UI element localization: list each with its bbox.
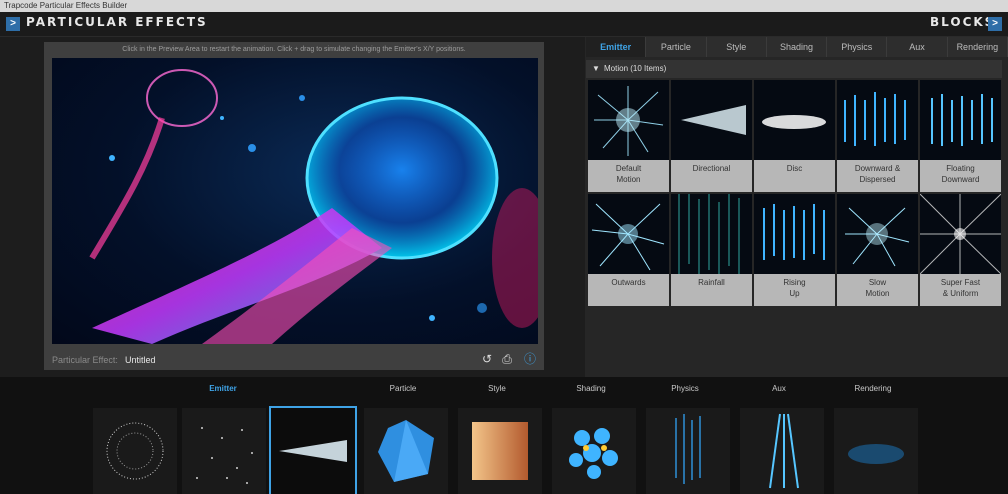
tab-aux[interactable]: Aux bbox=[887, 37, 948, 57]
tab-style[interactable]: Style bbox=[707, 37, 767, 57]
preset-thumbnail bbox=[588, 194, 669, 274]
preset-disc[interactable]: Disc bbox=[754, 80, 835, 192]
preset-label: Default Motion bbox=[615, 164, 642, 184]
shading-block-cluster[interactable] bbox=[552, 408, 636, 494]
particular-effects-title: PARTICULAR EFFECTS bbox=[26, 15, 208, 29]
physics-block-rain[interactable] bbox=[646, 408, 730, 494]
block-label-particle[interactable]: Particle bbox=[360, 384, 446, 393]
block-label-emitter[interactable]: Emitter bbox=[180, 384, 266, 393]
preset-outwards[interactable]: Outwards bbox=[588, 194, 669, 306]
preset-label: Floating Downward bbox=[941, 164, 980, 184]
emitter-block-directional[interactable] bbox=[269, 406, 357, 494]
tab-emitter[interactable]: Emitter bbox=[586, 37, 647, 57]
preset-floating-downward[interactable]: Floating Downward bbox=[920, 80, 1001, 192]
preset-thumbnail bbox=[754, 80, 835, 160]
preset-thumbnail bbox=[837, 80, 918, 160]
preset-label: Rising Up bbox=[783, 278, 806, 298]
preset-default-motion[interactable]: Default Motion bbox=[588, 80, 669, 192]
rendering-block-glow[interactable] bbox=[834, 408, 918, 494]
window-titlebar: Trapcode Particular Effects Builder bbox=[0, 0, 1008, 12]
preset-label: Disc bbox=[786, 164, 803, 173]
particle-block-polyhedron[interactable] bbox=[364, 408, 448, 494]
block-category-labels: Emitter Particle Style Shading Physics A… bbox=[88, 384, 1008, 398]
preset-label: Super Fast & Uniform bbox=[940, 278, 981, 298]
preset-label: Downward & Dispersed bbox=[854, 164, 901, 184]
help-icon[interactable]: ⓘ bbox=[523, 352, 537, 366]
save-icon[interactable]: ⎙ bbox=[500, 352, 514, 366]
style-block-gradient[interactable] bbox=[458, 408, 542, 494]
preset-rainfall[interactable]: Rainfall bbox=[671, 194, 752, 306]
preview-area[interactable] bbox=[52, 58, 538, 344]
aux-block-streaks[interactable] bbox=[740, 408, 824, 494]
preset-thumbnail bbox=[920, 80, 1001, 160]
expand-effects-button[interactable]: > bbox=[6, 17, 20, 31]
preset-grid: Default Motion Directional Disc Downward… bbox=[588, 80, 1002, 306]
window-title: Trapcode Particular Effects Builder bbox=[4, 1, 128, 10]
emitter-block-sphere[interactable] bbox=[93, 408, 177, 494]
block-label-shading[interactable]: Shading bbox=[548, 384, 634, 393]
block-label-rendering[interactable]: Rendering bbox=[830, 384, 916, 393]
tab-shading[interactable]: Shading bbox=[767, 37, 828, 57]
blocks-title: BLOCKS bbox=[930, 15, 996, 29]
preset-thumbnail bbox=[671, 80, 752, 160]
tab-rendering[interactable]: Rendering bbox=[948, 37, 1008, 57]
tab-physics[interactable]: Physics bbox=[827, 37, 888, 57]
preset-label: Directional bbox=[692, 164, 731, 173]
motion-section-title: Motion (10 Items) bbox=[604, 64, 667, 73]
undo-icon[interactable]: ↺ bbox=[480, 352, 494, 366]
jellyfish-image bbox=[89, 69, 538, 344]
block-label-style[interactable]: Style bbox=[454, 384, 540, 393]
preset-thumbnail bbox=[588, 80, 669, 160]
collapse-caret-icon[interactable]: ▼ bbox=[592, 64, 600, 73]
preset-thumbnail bbox=[754, 194, 835, 274]
emitter-block-scatter[interactable] bbox=[182, 408, 266, 494]
preset-thumbnail bbox=[671, 194, 752, 274]
block-label-aux[interactable]: Aux bbox=[736, 384, 822, 393]
particular-effect-name: Untitled bbox=[125, 355, 156, 365]
preset-label: Slow Motion bbox=[865, 278, 890, 298]
preview-hint: Click in the Preview Area to restart the… bbox=[122, 46, 466, 53]
preset-thumbnail bbox=[920, 194, 1001, 274]
preset-thumbnail bbox=[837, 194, 918, 274]
preset-super-fast-uniform[interactable]: Super Fast & Uniform bbox=[920, 194, 1001, 306]
preset-rising-up[interactable]: Rising Up bbox=[754, 194, 835, 306]
preset-label: Outwards bbox=[611, 278, 646, 287]
preset-directional[interactable]: Directional bbox=[671, 80, 752, 192]
block-label-physics[interactable]: Physics bbox=[642, 384, 728, 393]
particular-effect-label: Particular Effect: bbox=[52, 355, 118, 365]
category-tabs: Emitter Particle Style Shading Physics A… bbox=[586, 37, 1008, 57]
tab-particle[interactable]: Particle bbox=[646, 37, 707, 57]
preset-downward-dispersed[interactable]: Downward & Dispersed bbox=[837, 80, 918, 192]
expand-blocks-button[interactable]: > bbox=[988, 17, 1002, 31]
preset-label: Rainfall bbox=[698, 278, 725, 287]
preset-slow-motion[interactable]: Slow Motion bbox=[837, 194, 918, 306]
